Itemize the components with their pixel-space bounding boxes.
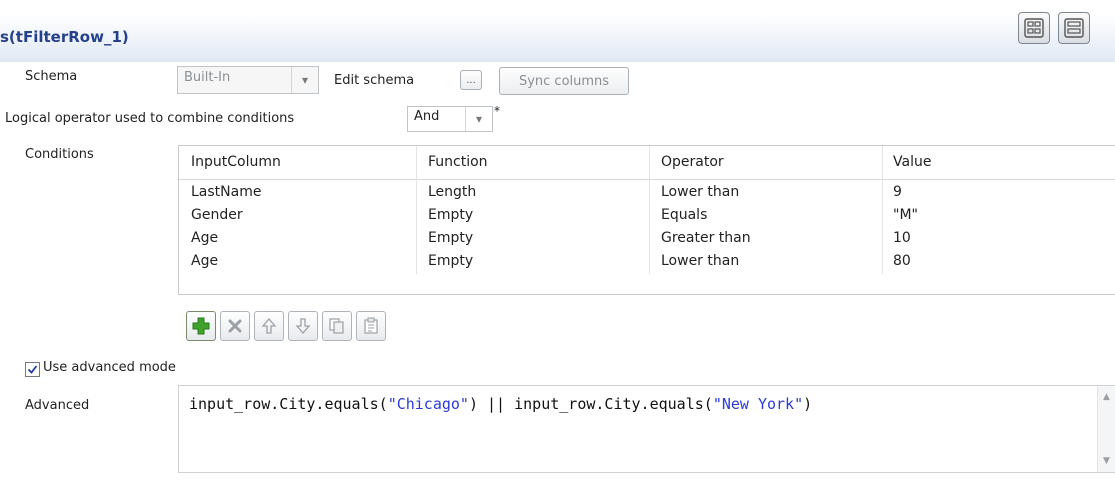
table-header: InputColumn Function Operator Value bbox=[179, 146, 1115, 180]
checkmark-icon bbox=[27, 365, 38, 374]
logical-operator-label: Logical operator used to combine conditi… bbox=[5, 111, 295, 126]
table-row[interactable]: LastName Length Lower than 9 bbox=[179, 181, 1115, 204]
copy-icon bbox=[329, 318, 344, 334]
scroll-up-icon[interactable]: ▲ bbox=[1103, 392, 1110, 402]
cell-function[interactable]: Empty bbox=[428, 207, 473, 223]
code-part: ) || input_row.City.equals( bbox=[468, 395, 713, 413]
grid-view-button[interactable] bbox=[1018, 12, 1050, 44]
sync-columns-label: Sync columns bbox=[518, 73, 610, 89]
paste-button[interactable] bbox=[356, 311, 386, 341]
add-icon bbox=[192, 317, 210, 335]
cell-inputcolumn[interactable]: Gender bbox=[191, 207, 243, 223]
advanced-mode-label: Use advanced mode bbox=[43, 360, 176, 375]
code-string-literal: "New York" bbox=[712, 395, 804, 413]
sync-columns-button[interactable]: Sync columns bbox=[499, 67, 629, 95]
cell-value[interactable]: "M" bbox=[893, 207, 918, 223]
table-row[interactable]: Age Empty Greater than 10 bbox=[179, 227, 1115, 250]
code-part: ) bbox=[803, 395, 813, 413]
remove-row-button[interactable] bbox=[220, 311, 250, 341]
schema-select[interactable]: Built-In ▾ bbox=[177, 66, 319, 94]
chevron-down-icon: ▾ bbox=[465, 107, 492, 131]
conditions-label: Conditions bbox=[25, 147, 94, 162]
advanced-code-editor[interactable]: input_row.City.equals("Chicago") || inpu… bbox=[178, 385, 1115, 473]
cell-function[interactable]: Length bbox=[428, 184, 476, 200]
grid-view-icon bbox=[1024, 18, 1044, 38]
conditions-table: InputColumn Function Operator Value Last… bbox=[178, 145, 1115, 295]
logical-operator-value: And bbox=[414, 109, 440, 124]
move-up-icon bbox=[261, 318, 277, 334]
column-header-function[interactable]: Function bbox=[428, 154, 488, 170]
cell-inputcolumn[interactable]: Age bbox=[191, 230, 218, 246]
remove-icon bbox=[228, 319, 242, 333]
advanced-code: input_row.City.equals("Chicago") || inpu… bbox=[189, 395, 812, 413]
required-marker: * bbox=[494, 104, 500, 118]
cell-operator[interactable]: Equals bbox=[661, 207, 707, 223]
copy-button[interactable] bbox=[322, 311, 352, 341]
paste-icon bbox=[364, 317, 378, 334]
cell-value[interactable]: 80 bbox=[893, 253, 911, 269]
cell-operator[interactable]: Greater than bbox=[661, 230, 751, 246]
cell-function[interactable]: Empty bbox=[428, 253, 473, 269]
editor-header: s(tFilterRow_1) bbox=[0, 0, 1115, 62]
ellipsis-icon: ... bbox=[466, 74, 476, 86]
component-title: s(tFilterRow_1) bbox=[0, 28, 129, 46]
logical-operator-select[interactable]: And ▾ bbox=[407, 106, 493, 132]
add-row-button[interactable] bbox=[186, 311, 216, 341]
advanced-mode-checkbox[interactable] bbox=[25, 362, 40, 377]
schema-label: Schema bbox=[25, 69, 78, 84]
cell-value[interactable]: 10 bbox=[893, 230, 911, 246]
move-up-button[interactable] bbox=[254, 311, 284, 341]
edit-schema-label: Edit schema bbox=[334, 73, 415, 88]
cell-operator[interactable]: Lower than bbox=[661, 253, 739, 269]
chevron-down-icon: ▾ bbox=[291, 67, 318, 93]
cell-operator[interactable]: Lower than bbox=[661, 184, 739, 200]
cell-function[interactable]: Empty bbox=[428, 230, 473, 246]
list-view-button[interactable] bbox=[1058, 12, 1090, 44]
cell-inputcolumn[interactable]: LastName bbox=[191, 184, 261, 200]
code-string-literal: "Chicago" bbox=[387, 395, 469, 413]
editor-scrollbar[interactable]: ▲ ▼ bbox=[1097, 386, 1115, 472]
column-header-inputcolumn[interactable]: InputColumn bbox=[191, 154, 281, 170]
table-row[interactable]: Age Empty Lower than 80 bbox=[179, 250, 1115, 273]
header-band bbox=[0, 14, 1115, 62]
schema-select-value: Built-In bbox=[184, 70, 231, 85]
column-header-value[interactable]: Value bbox=[893, 154, 931, 170]
code-part: input_row.City.equals( bbox=[189, 395, 388, 413]
list-view-icon bbox=[1064, 18, 1084, 38]
move-down-icon bbox=[295, 318, 311, 334]
scroll-down-icon[interactable]: ▼ bbox=[1103, 456, 1110, 466]
advanced-label: Advanced bbox=[25, 398, 90, 413]
cell-value[interactable]: 9 bbox=[893, 184, 902, 200]
edit-schema-button[interactable]: ... bbox=[460, 70, 482, 90]
move-down-button[interactable] bbox=[288, 311, 318, 341]
cell-inputcolumn[interactable]: Age bbox=[191, 253, 218, 269]
column-header-operator[interactable]: Operator bbox=[661, 154, 724, 170]
table-row[interactable]: Gender Empty Equals "M" bbox=[179, 204, 1115, 227]
